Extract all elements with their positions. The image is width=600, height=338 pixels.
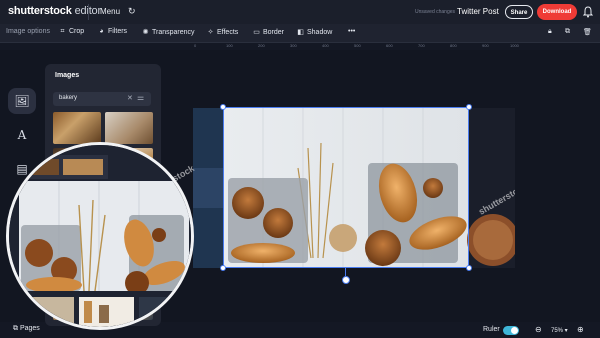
ruler-toggle[interactable] bbox=[503, 326, 519, 335]
border-label: Border bbox=[263, 29, 285, 36]
resize-handle[interactable] bbox=[220, 265, 226, 271]
rotate-line bbox=[345, 268, 346, 276]
search-value: bakery bbox=[59, 95, 78, 101]
toolbar-section-label: Image options bbox=[6, 28, 50, 35]
zoom-in-icon[interactable]: ⊕ bbox=[577, 325, 584, 334]
menu-button[interactable]: Menu bbox=[100, 7, 120, 16]
border-icon: ▭ bbox=[253, 29, 260, 36]
divider bbox=[88, 4, 89, 20]
ruler-tick: 700 bbox=[418, 43, 425, 48]
resize-handle[interactable] bbox=[220, 104, 226, 110]
templates-icon: ▤ bbox=[16, 162, 28, 176]
image-icon: 🖼︎ bbox=[14, 94, 30, 108]
filters-button[interactable]: ◕ Filters bbox=[97, 28, 127, 35]
ruler-tick: 1000 bbox=[510, 43, 519, 48]
effects-icon: ✧ bbox=[207, 29, 214, 36]
ruler-tick: 600 bbox=[386, 43, 393, 48]
share-button[interactable]: Share bbox=[505, 5, 533, 19]
unsaved-status: Unsaved changes bbox=[415, 9, 456, 15]
images-tab-button[interactable]: 🖼︎ bbox=[8, 88, 36, 114]
transparency-label: Transparency bbox=[152, 29, 195, 36]
zoom-select[interactable]: 75% ▾ bbox=[551, 327, 568, 334]
pages-label: Pages bbox=[19, 325, 40, 332]
ruler-tick: 800 bbox=[450, 43, 457, 48]
crop-icon: ⌗ bbox=[60, 28, 65, 35]
more-options-button[interactable]: ••• bbox=[348, 28, 355, 35]
crop-label: Crop bbox=[69, 28, 85, 35]
resize-handle[interactable] bbox=[466, 104, 472, 110]
border-button[interactable]: ▭ Border bbox=[252, 28, 284, 36]
trash-icon[interactable]: 🗑︎ bbox=[583, 28, 592, 36]
shadow-button[interactable]: ◧ Shadow bbox=[296, 28, 332, 36]
bottom-bar: ⧉ Pages Ruler ⊖ 75% ▾ ⊕ bbox=[0, 322, 600, 338]
ruler-tick: 0 bbox=[194, 43, 197, 48]
notification-bell-icon[interactable] bbox=[583, 6, 593, 18]
effects-button[interactable]: ✧ Effects bbox=[206, 28, 239, 36]
selection-box[interactable] bbox=[223, 107, 469, 268]
ruler-tick: 400 bbox=[322, 43, 329, 48]
filters-label: Filters bbox=[108, 28, 128, 35]
pages-icon: ⧉ bbox=[13, 325, 18, 332]
logo-text: shutterstock bbox=[8, 5, 72, 17]
shadow-label: Shadow bbox=[307, 29, 333, 36]
rotate-handle[interactable] bbox=[342, 276, 350, 284]
image-options-toolbar: Image options ⌗ Crop ◕ Filters ✺ Transparen… bbox=[0, 24, 600, 43]
undo-icon[interactable]: ↻ bbox=[128, 6, 136, 17]
ruler-tick: 300 bbox=[290, 43, 297, 48]
ruler-tick: 500 bbox=[354, 43, 361, 48]
download-button[interactable]: Download bbox=[537, 4, 577, 20]
clear-search-icon[interactable]: ✕ bbox=[127, 94, 133, 102]
app-logo[interactable]: shutterstockeditor bbox=[8, 5, 101, 17]
zoom-out-icon[interactable]: ⊖ bbox=[535, 325, 542, 334]
document-name[interactable]: Twitter Post bbox=[457, 7, 499, 16]
ruler-tick: 200 bbox=[258, 43, 265, 48]
lock-icon[interactable]: 🔒︎ bbox=[548, 28, 552, 36]
image-thumbnail[interactable] bbox=[53, 112, 101, 144]
image-thumbnail[interactable] bbox=[105, 112, 153, 144]
pages-button[interactable]: ⧉ Pages bbox=[13, 325, 40, 333]
text-icon: A bbox=[17, 128, 27, 142]
effects-label: Effects bbox=[217, 29, 239, 36]
top-bar: shutterstockeditor Menu ↻ Unsaved change… bbox=[0, 0, 600, 25]
shadow-icon: ◧ bbox=[297, 29, 304, 36]
ruler-tick: 900 bbox=[482, 43, 489, 48]
zoom-value: 75% bbox=[551, 328, 564, 334]
transparency-icon: ✺ bbox=[142, 29, 149, 36]
crop-button[interactable]: ⌗ Crop bbox=[58, 28, 85, 36]
resize-handle[interactable] bbox=[466, 265, 472, 271]
panel-title: Images bbox=[55, 72, 80, 79]
top-ruler: 0 100 200 300 400 500 600 700 800 900 10… bbox=[190, 42, 570, 50]
zoom-magnifier bbox=[6, 142, 194, 330]
magnified-canvas bbox=[9, 145, 191, 327]
ruler-label: Ruler bbox=[483, 326, 500, 333]
filter-sliders-icon[interactable]: ⚌ bbox=[137, 93, 144, 102]
transparency-button[interactable]: ✺ Transparency bbox=[141, 28, 195, 36]
filters-icon: ◕ bbox=[99, 28, 104, 35]
search-input[interactable]: bakery ✕ ⚌ bbox=[53, 92, 151, 106]
text-tab-button[interactable]: A bbox=[8, 122, 36, 148]
duplicate-icon[interactable]: ⧉ bbox=[565, 28, 570, 36]
ruler-tick: 100 bbox=[226, 43, 233, 48]
